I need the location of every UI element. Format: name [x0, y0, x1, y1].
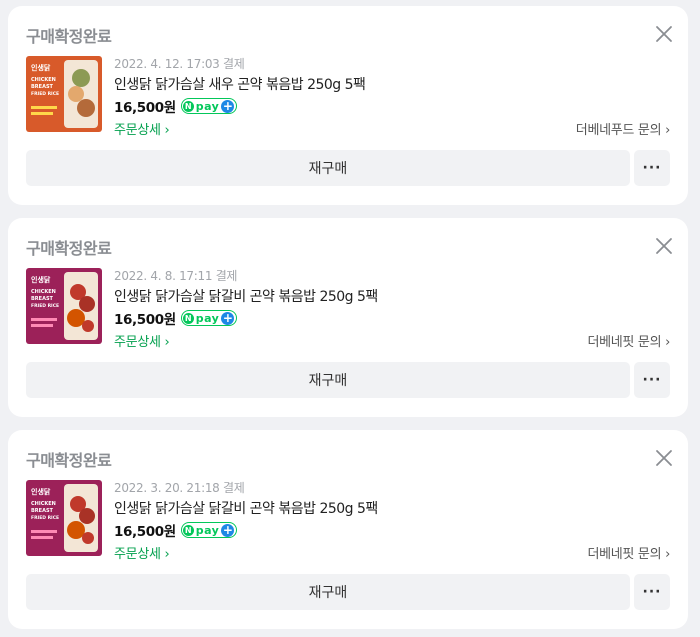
close-icon[interactable]	[654, 236, 674, 256]
npay-label: pay	[195, 311, 220, 325]
product-name[interactable]: 인생닭 닭가슴살 닭갈비 곤약 볶음밥 250g 5팩	[114, 498, 378, 518]
plus-icon: +	[221, 311, 235, 325]
product-thumbnail[interactable]: 인생닭 CHICKEN BREAST FRIED RICE	[26, 480, 102, 556]
order-detail-link[interactable]: 주문상세 ›	[114, 119, 170, 138]
order-card: 구매확정완료 인생닭 CHICKEN BREAST FRIED RICE 202…	[8, 6, 688, 205]
product-name[interactable]: 인생닭 닭가슴살 닭갈비 곤약 볶음밥 250g 5팩	[114, 286, 378, 306]
npay-badge: N pay +	[180, 522, 238, 538]
chevron-right-icon: ›	[164, 547, 170, 562]
seller-inquiry-link[interactable]: 더베네핏 문의 ›	[587, 331, 670, 350]
npay-badge: N pay +	[180, 310, 238, 326]
order-detail-link[interactable]: 주문상세 ›	[114, 331, 170, 350]
price: 16,500원	[114, 312, 176, 328]
product-name[interactable]: 인생닭 닭가슴살 새우 곤약 볶음밥 250g 5팩	[114, 74, 366, 94]
seller-inquiry-link[interactable]: 더베네핏 문의 ›	[587, 543, 670, 562]
seller-inquiry-label: 더베네푸드 문의	[575, 123, 662, 138]
order-date: 2022. 4. 12. 17:03 결제	[114, 57, 245, 71]
order-detail-label: 주문상세	[114, 123, 161, 138]
close-icon[interactable]	[654, 448, 674, 468]
thumb-line1: CHICKEN	[31, 289, 56, 295]
chevron-right-icon: ›	[665, 547, 670, 562]
thumb-line2: BREAST	[31, 296, 54, 302]
chevron-right-icon: ›	[164, 123, 170, 138]
chevron-right-icon: ›	[164, 335, 170, 350]
thumb-line3: FRIED RICE	[31, 91, 59, 97]
thumb-line3: FRIED RICE	[31, 303, 59, 309]
thumb-brand: 인생닭	[31, 63, 51, 72]
order-date: 2022. 3. 20. 21:18 결제	[114, 481, 245, 495]
close-icon[interactable]	[654, 24, 674, 44]
npay-label: pay	[195, 523, 220, 537]
seller-inquiry-label: 더베네핏 문의	[587, 335, 662, 350]
chevron-right-icon: ›	[665, 335, 670, 350]
npay-label: pay	[195, 99, 220, 113]
rebuy-button[interactable]: 재구매	[26, 150, 630, 186]
rebuy-button[interactable]: 재구매	[26, 574, 630, 610]
price-row: 16,500원 N pay +	[114, 520, 238, 540]
npay-n-icon: N	[182, 312, 194, 324]
order-detail-label: 주문상세	[114, 335, 161, 350]
npay-n-icon: N	[182, 100, 194, 112]
plus-icon: +	[221, 99, 235, 113]
product-thumbnail[interactable]: 인생닭 CHICKEN BREAST FRIED RICE	[26, 268, 102, 344]
product-thumbnail[interactable]: 인생닭 CHICKEN BREAST FRIED RICE	[26, 56, 102, 132]
order-date: 2022. 4. 8. 17:11 결제	[114, 269, 238, 283]
thumb-line1: CHICKEN	[31, 77, 56, 83]
order-detail-link[interactable]: 주문상세 ›	[114, 543, 170, 562]
thumb-brand: 인생닭	[31, 275, 51, 284]
order-card: 구매확정완료 인생닭 CHICKEN BREAST FRIED RICE 202…	[8, 430, 688, 629]
npay-badge: N pay +	[180, 98, 238, 114]
price: 16,500원	[114, 100, 176, 116]
seller-inquiry-link[interactable]: 더베네푸드 문의 ›	[576, 119, 670, 138]
thumb-line1: CHICKEN	[31, 501, 56, 507]
price: 16,500원	[114, 524, 176, 540]
order-status: 구매확정완료	[26, 239, 112, 258]
plus-icon: +	[221, 523, 235, 537]
more-button[interactable]: ···	[634, 574, 670, 610]
order-status: 구매확정완료	[26, 451, 112, 470]
order-status: 구매확정완료	[26, 27, 112, 46]
more-button[interactable]: ···	[634, 150, 670, 186]
chevron-right-icon: ›	[665, 123, 670, 138]
thumb-line2: BREAST	[31, 508, 54, 514]
seller-inquiry-label: 더베네핏 문의	[587, 547, 662, 562]
order-card: 구매확정완료 인생닭 CHICKEN BREAST FRIED RICE 202…	[8, 218, 688, 417]
price-row: 16,500원 N pay +	[114, 308, 238, 328]
thumb-line2: BREAST	[31, 84, 54, 90]
order-detail-label: 주문상세	[114, 547, 161, 562]
npay-n-icon: N	[182, 524, 194, 536]
thumb-line3: FRIED RICE	[31, 515, 59, 521]
price-row: 16,500원 N pay +	[114, 96, 238, 116]
thumb-brand: 인생닭	[31, 487, 51, 496]
more-button[interactable]: ···	[634, 362, 670, 398]
rebuy-button[interactable]: 재구매	[26, 362, 630, 398]
